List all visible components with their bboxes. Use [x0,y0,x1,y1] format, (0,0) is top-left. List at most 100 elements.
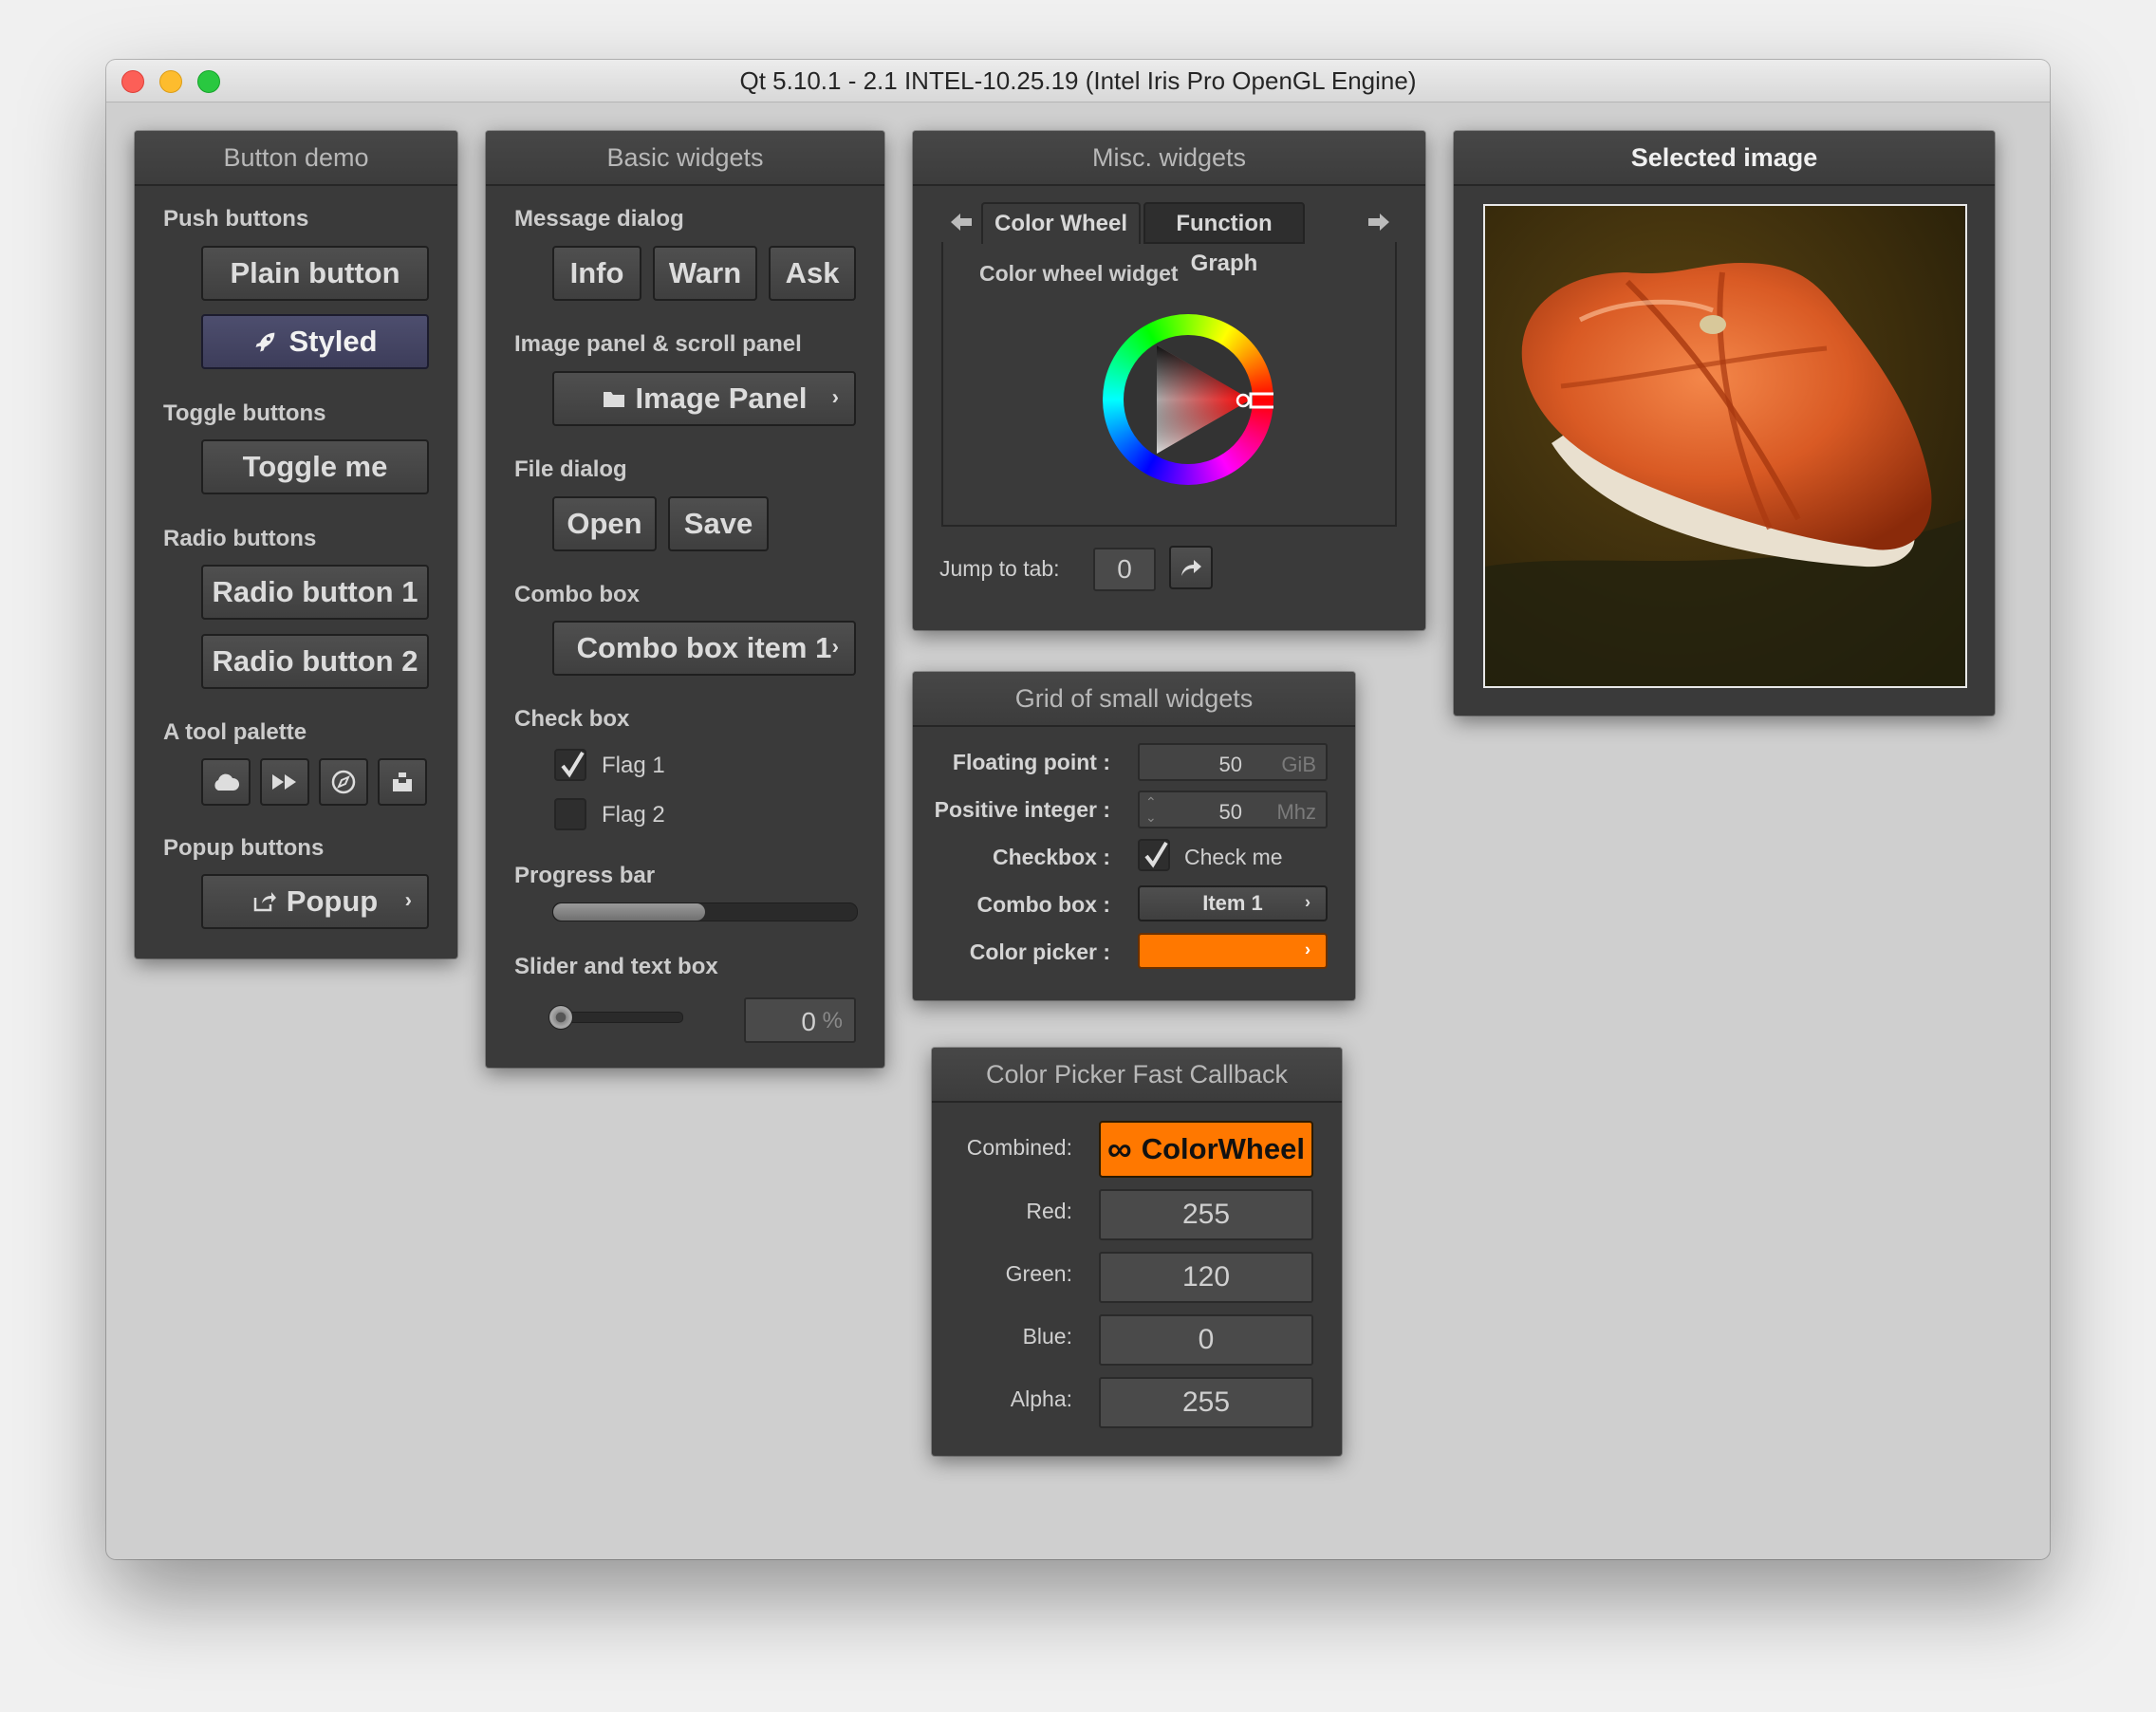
inbox-tool-button[interactable] [378,758,427,806]
spin-arrows-icon[interactable]: ⌃ ⌄ [1145,794,1157,825]
popup-button[interactable]: Popup › [201,874,429,929]
alpha-label: Alpha: [1010,1386,1072,1411]
chevron-right-icon: › [831,384,839,409]
tab-function-graph[interactable]: Function Graph [1143,202,1305,276]
slider-text-box[interactable]: 0 % [744,997,856,1043]
compass-icon [330,769,357,795]
file-dialog-label: File dialog [514,456,627,482]
slider-label: Slider and text box [514,954,718,979]
jump-to-tab-label: Jump to tab: [939,556,1060,581]
flag-1-label: Flag 1 [602,753,665,778]
tab-scroll-left-button[interactable] [949,211,974,238]
jump-go-button[interactable] [1169,546,1213,589]
alpha-input[interactable]: 255 [1099,1377,1313,1428]
slider-value: 0 [801,1007,816,1036]
slider-unit: % [822,1008,843,1033]
save-button[interactable]: Save [668,496,769,551]
progress-bar-label: Progress bar [514,863,656,888]
forward-arrow-icon [1179,557,1203,578]
radio-button-2[interactable]: Radio button 2 [201,634,429,689]
misc-widgets-panel: Misc. widgets Color Wheel Function Graph… [913,131,1425,630]
folder-icon [602,388,626,409]
color-picker-callback-panel: Color Picker Fast Callback Combined: ∞ C… [932,1048,1342,1456]
chevron-right-icon: › [831,634,839,659]
jump-to-tab-input[interactable]: 0 [1093,548,1156,591]
rocket-icon [252,328,279,355]
progress-fill [553,903,705,921]
plain-button[interactable]: Plain button [201,246,429,301]
check-box-label: Check box [514,706,630,732]
floating-point-unit: GiB [1281,753,1316,776]
flag-2-checkbox[interactable] [554,798,586,830]
tab-content: Color wheel widget [941,242,1397,527]
tab-scroll-right-button[interactable] [1366,211,1391,238]
infinity-icon: ∞ [1107,1129,1132,1168]
radio-buttons-label: Radio buttons [163,526,317,551]
combined-label: Combined: [966,1135,1072,1160]
blue-input[interactable]: 0 [1099,1314,1313,1366]
slider-track[interactable] [560,1012,683,1023]
combo-box-label: Combo box [514,582,640,607]
compass-tool-button[interactable] [319,758,368,806]
progress-bar [552,903,858,921]
floating-point-input[interactable]: 50 GiB [1138,743,1328,781]
tab-color-wheel[interactable]: Color Wheel [981,202,1141,244]
flag-1-checkbox[interactable] [554,749,586,781]
panel-title: Basic widgets [486,131,884,186]
tool-palette-label: A tool palette [163,719,307,745]
info-button[interactable]: Info [552,246,641,301]
cloud-icon [212,772,240,792]
fast-forward-tool-button[interactable] [260,758,309,806]
grid-widgets-panel: Grid of small widgets Floating point : 5… [913,672,1355,1000]
color-picker-label: Color picker : [969,940,1110,964]
slider-knob[interactable] [548,1005,573,1030]
color-picker-button[interactable]: › [1138,933,1328,969]
color-wheel-widget[interactable] [1103,314,1273,485]
ask-button[interactable]: Ask [769,246,856,301]
button-demo-panel: Button demo Push buttons Plain button St… [135,131,457,958]
combo-box[interactable]: Combo box item 1 › [552,621,856,676]
radio-button-1[interactable]: Radio button 1 [201,565,429,620]
share-icon [252,890,277,913]
push-buttons-label: Push buttons [163,206,309,232]
checkmark-icon [1144,841,1168,868]
image-panel-label: Image panel & scroll panel [514,331,802,357]
panel-title: Grid of small widgets [913,672,1355,727]
check-me-checkbox[interactable] [1138,839,1170,871]
check-me-label: Check me [1184,845,1283,869]
styled-button[interactable]: Styled [201,314,429,369]
blue-label: Blue: [1022,1324,1072,1349]
panel-title: Misc. widgets [913,131,1425,186]
positive-integer-input[interactable]: ⌃ ⌄ 50 Mhz [1138,791,1328,828]
message-dialog-label: Message dialog [514,206,684,232]
panel-title: Selected image [1454,131,1995,186]
flag-2-label: Flag 2 [602,802,665,828]
combo-box-value: Combo box item 1 [576,631,832,664]
arrow-left-icon [951,214,972,231]
grid-combo-box[interactable]: Item 1 › [1138,885,1328,921]
chevron-right-icon: › [1305,940,1310,959]
popup-button-label: Popup [286,884,379,918]
positive-integer-label: Positive integer : [934,797,1110,822]
chevron-right-icon: › [404,887,412,912]
color-wheel-label: Color wheel widget [979,261,1179,286]
cloud-tool-button[interactable] [201,758,251,806]
warn-button[interactable]: Warn [653,246,757,301]
popup-buttons-label: Popup buttons [163,835,325,861]
green-input[interactable]: 120 [1099,1252,1313,1303]
combo-box-label: Combo box : [976,892,1110,917]
fast-forward-icon [270,772,299,791]
open-button[interactable]: Open [552,496,657,551]
combined-color-button[interactable]: ∞ ColorWheel [1099,1121,1313,1178]
toggle-me-button[interactable]: Toggle me [201,439,429,494]
positive-integer-value: 50 [1218,800,1242,824]
combined-value: ColorWheel [1141,1132,1305,1165]
green-label: Green: [1005,1261,1072,1286]
window-title: Qt 5.10.1 - 2.1 INTEL-10.25.19 (Intel Ir… [739,66,1417,95]
checkbox-label: Checkbox : [993,845,1110,869]
red-input[interactable]: 255 [1099,1189,1313,1240]
image-panel-button[interactable]: Image Panel › [552,371,856,426]
title-bar: Qt 5.10.1 - 2.1 INTEL-10.25.19 (Intel Ir… [106,60,2050,102]
floating-point-label: Floating point : [952,750,1110,774]
saturation-triangle[interactable] [1103,314,1273,485]
